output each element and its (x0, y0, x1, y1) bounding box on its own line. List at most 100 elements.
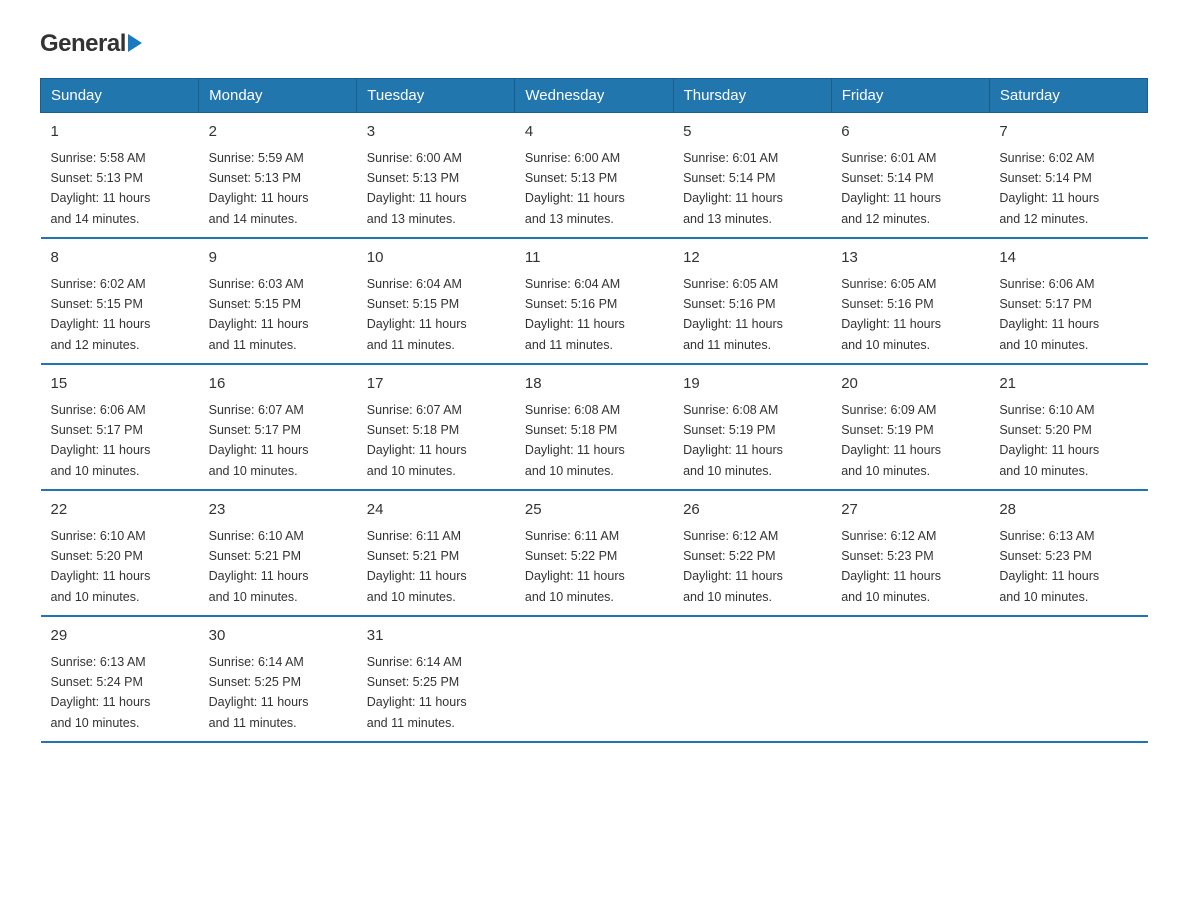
calendar-cell: 10 Sunrise: 6:04 AMSunset: 5:15 PMDaylig… (357, 238, 515, 364)
calendar-cell: 15 Sunrise: 6:06 AMSunset: 5:17 PMDaylig… (41, 364, 199, 490)
day-info: Sunrise: 6:06 AMSunset: 5:17 PMDaylight:… (999, 277, 1099, 352)
calendar-cell: 13 Sunrise: 6:05 AMSunset: 5:16 PMDaylig… (831, 238, 989, 364)
calendar-cell: 19 Sunrise: 6:08 AMSunset: 5:19 PMDaylig… (673, 364, 831, 490)
calendar-cell: 21 Sunrise: 6:10 AMSunset: 5:20 PMDaylig… (989, 364, 1147, 490)
day-number: 8 (51, 247, 189, 270)
day-number: 15 (51, 373, 189, 396)
day-info: Sunrise: 6:13 AMSunset: 5:23 PMDaylight:… (999, 529, 1099, 604)
page-header: General (40, 30, 1148, 58)
day-number: 21 (999, 373, 1137, 396)
day-info: Sunrise: 6:07 AMSunset: 5:18 PMDaylight:… (367, 403, 467, 478)
calendar-week-1: 1 Sunrise: 5:58 AMSunset: 5:13 PMDayligh… (41, 113, 1148, 239)
day-number: 5 (683, 121, 821, 144)
calendar-cell (515, 616, 673, 742)
calendar-cell: 16 Sunrise: 6:07 AMSunset: 5:17 PMDaylig… (199, 364, 357, 490)
calendar-cell (673, 616, 831, 742)
day-number: 25 (525, 499, 663, 522)
calendar-cell: 28 Sunrise: 6:13 AMSunset: 5:23 PMDaylig… (989, 490, 1147, 616)
day-info: Sunrise: 6:05 AMSunset: 5:16 PMDaylight:… (841, 277, 941, 352)
day-info: Sunrise: 6:08 AMSunset: 5:18 PMDaylight:… (525, 403, 625, 478)
day-info: Sunrise: 6:01 AMSunset: 5:14 PMDaylight:… (683, 151, 783, 226)
day-number: 29 (51, 625, 189, 648)
day-number: 20 (841, 373, 979, 396)
calendar-cell: 7 Sunrise: 6:02 AMSunset: 5:14 PMDayligh… (989, 113, 1147, 239)
day-number: 26 (683, 499, 821, 522)
calendar-cell: 18 Sunrise: 6:08 AMSunset: 5:18 PMDaylig… (515, 364, 673, 490)
day-info: Sunrise: 6:00 AMSunset: 5:13 PMDaylight:… (525, 151, 625, 226)
day-info: Sunrise: 6:00 AMSunset: 5:13 PMDaylight:… (367, 151, 467, 226)
calendar-cell: 8 Sunrise: 6:02 AMSunset: 5:15 PMDayligh… (41, 238, 199, 364)
header-wednesday: Wednesday (515, 79, 673, 113)
calendar-cell (989, 616, 1147, 742)
day-info: Sunrise: 6:12 AMSunset: 5:23 PMDaylight:… (841, 529, 941, 604)
calendar-cell: 11 Sunrise: 6:04 AMSunset: 5:16 PMDaylig… (515, 238, 673, 364)
day-number: 23 (209, 499, 347, 522)
calendar-week-2: 8 Sunrise: 6:02 AMSunset: 5:15 PMDayligh… (41, 238, 1148, 364)
day-number: 31 (367, 625, 505, 648)
day-info: Sunrise: 6:07 AMSunset: 5:17 PMDaylight:… (209, 403, 309, 478)
day-info: Sunrise: 6:13 AMSunset: 5:24 PMDaylight:… (51, 655, 151, 730)
day-info: Sunrise: 6:08 AMSunset: 5:19 PMDaylight:… (683, 403, 783, 478)
day-number: 10 (367, 247, 505, 270)
day-number: 14 (999, 247, 1137, 270)
calendar-week-3: 15 Sunrise: 6:06 AMSunset: 5:17 PMDaylig… (41, 364, 1148, 490)
calendar-cell: 9 Sunrise: 6:03 AMSunset: 5:15 PMDayligh… (199, 238, 357, 364)
day-info: Sunrise: 6:10 AMSunset: 5:21 PMDaylight:… (209, 529, 309, 604)
logo-line1: General (40, 30, 142, 58)
day-number: 4 (525, 121, 663, 144)
header-monday: Monday (199, 79, 357, 113)
day-info: Sunrise: 6:12 AMSunset: 5:22 PMDaylight:… (683, 529, 783, 604)
logo: General (40, 30, 142, 58)
day-info: Sunrise: 5:59 AMSunset: 5:13 PMDaylight:… (209, 151, 309, 226)
calendar-cell: 6 Sunrise: 6:01 AMSunset: 5:14 PMDayligh… (831, 113, 989, 239)
day-info: Sunrise: 6:14 AMSunset: 5:25 PMDaylight:… (367, 655, 467, 730)
calendar-cell: 14 Sunrise: 6:06 AMSunset: 5:17 PMDaylig… (989, 238, 1147, 364)
day-info: Sunrise: 6:11 AMSunset: 5:22 PMDaylight:… (525, 529, 625, 604)
day-info: Sunrise: 6:03 AMSunset: 5:15 PMDaylight:… (209, 277, 309, 352)
day-info: Sunrise: 6:09 AMSunset: 5:19 PMDaylight:… (841, 403, 941, 478)
header-friday: Friday (831, 79, 989, 113)
day-number: 12 (683, 247, 821, 270)
calendar-cell: 26 Sunrise: 6:12 AMSunset: 5:22 PMDaylig… (673, 490, 831, 616)
calendar-cell: 3 Sunrise: 6:00 AMSunset: 5:13 PMDayligh… (357, 113, 515, 239)
calendar-week-4: 22 Sunrise: 6:10 AMSunset: 5:20 PMDaylig… (41, 490, 1148, 616)
calendar-cell: 30 Sunrise: 6:14 AMSunset: 5:25 PMDaylig… (199, 616, 357, 742)
calendar-header-row: SundayMondayTuesdayWednesdayThursdayFrid… (41, 79, 1148, 113)
day-number: 2 (209, 121, 347, 144)
logo-arrow-icon (128, 34, 142, 52)
header-tuesday: Tuesday (357, 79, 515, 113)
day-number: 18 (525, 373, 663, 396)
day-number: 6 (841, 121, 979, 144)
day-number: 24 (367, 499, 505, 522)
day-number: 27 (841, 499, 979, 522)
calendar-cell: 22 Sunrise: 6:10 AMSunset: 5:20 PMDaylig… (41, 490, 199, 616)
calendar-cell: 23 Sunrise: 6:10 AMSunset: 5:21 PMDaylig… (199, 490, 357, 616)
day-info: Sunrise: 6:02 AMSunset: 5:14 PMDaylight:… (999, 151, 1099, 226)
calendar-cell: 31 Sunrise: 6:14 AMSunset: 5:25 PMDaylig… (357, 616, 515, 742)
calendar-cell: 29 Sunrise: 6:13 AMSunset: 5:24 PMDaylig… (41, 616, 199, 742)
calendar-table: SundayMondayTuesdayWednesdayThursdayFrid… (40, 78, 1148, 743)
day-info: Sunrise: 6:04 AMSunset: 5:15 PMDaylight:… (367, 277, 467, 352)
day-info: Sunrise: 6:14 AMSunset: 5:25 PMDaylight:… (209, 655, 309, 730)
calendar-cell: 27 Sunrise: 6:12 AMSunset: 5:23 PMDaylig… (831, 490, 989, 616)
header-saturday: Saturday (989, 79, 1147, 113)
day-number: 22 (51, 499, 189, 522)
day-info: Sunrise: 6:10 AMSunset: 5:20 PMDaylight:… (999, 403, 1099, 478)
header-thursday: Thursday (673, 79, 831, 113)
day-number: 7 (999, 121, 1137, 144)
day-info: Sunrise: 6:04 AMSunset: 5:16 PMDaylight:… (525, 277, 625, 352)
day-number: 30 (209, 625, 347, 648)
day-number: 11 (525, 247, 663, 270)
calendar-cell: 24 Sunrise: 6:11 AMSunset: 5:21 PMDaylig… (357, 490, 515, 616)
day-info: Sunrise: 6:06 AMSunset: 5:17 PMDaylight:… (51, 403, 151, 478)
calendar-cell: 5 Sunrise: 6:01 AMSunset: 5:14 PMDayligh… (673, 113, 831, 239)
day-number: 16 (209, 373, 347, 396)
day-number: 13 (841, 247, 979, 270)
day-info: Sunrise: 6:02 AMSunset: 5:15 PMDaylight:… (51, 277, 151, 352)
day-number: 1 (51, 121, 189, 144)
calendar-cell: 4 Sunrise: 6:00 AMSunset: 5:13 PMDayligh… (515, 113, 673, 239)
day-number: 17 (367, 373, 505, 396)
day-info: Sunrise: 5:58 AMSunset: 5:13 PMDaylight:… (51, 151, 151, 226)
calendar-cell: 25 Sunrise: 6:11 AMSunset: 5:22 PMDaylig… (515, 490, 673, 616)
calendar-cell: 12 Sunrise: 6:05 AMSunset: 5:16 PMDaylig… (673, 238, 831, 364)
